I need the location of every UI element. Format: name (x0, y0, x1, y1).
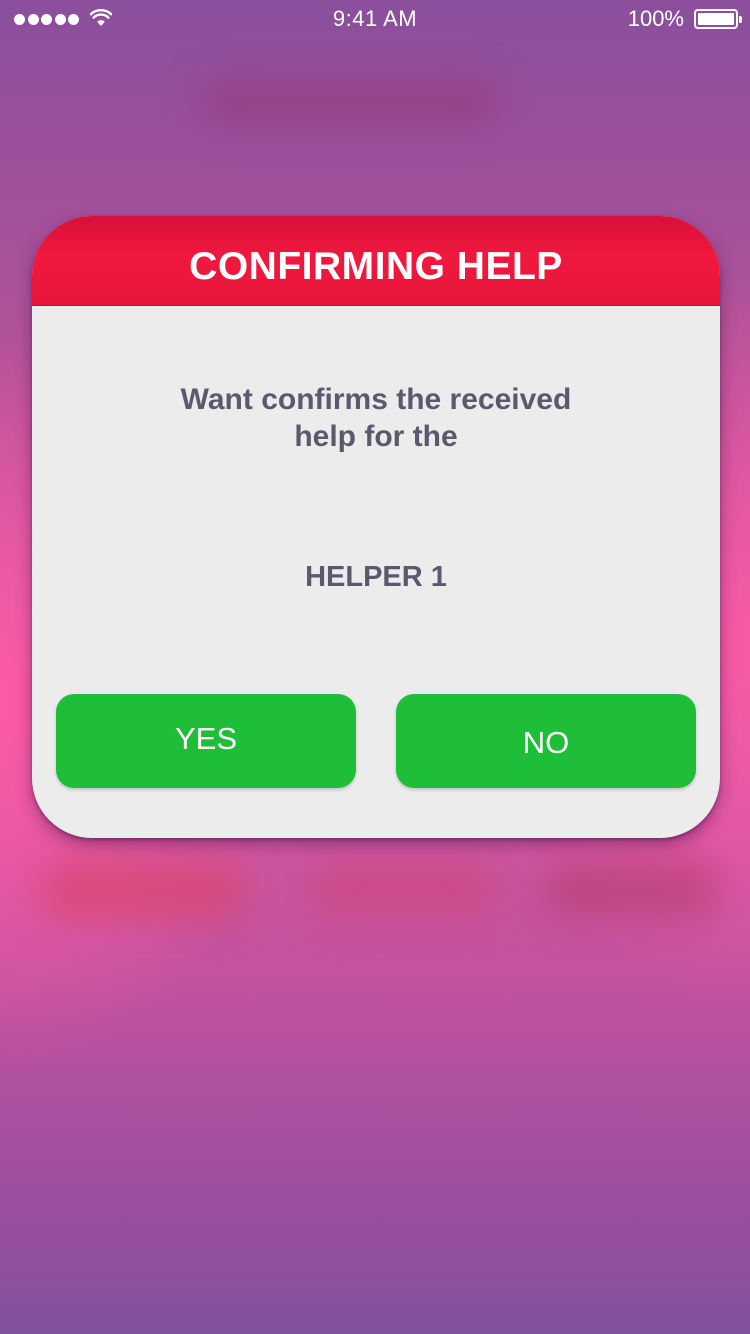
blurred-background-bar (200, 80, 500, 126)
battery-percentage: 100% (627, 6, 684, 31)
helper-name: HELPER 1 (305, 561, 447, 593)
dialog-message-line: help for the (294, 420, 458, 453)
blurred-background-button (305, 860, 500, 920)
confirm-help-dialog: CONFIRMING HELP Want confirms the receiv… (32, 216, 720, 838)
battery-icon (694, 9, 742, 29)
dialog-header: CONFIRMING HELP (32, 216, 720, 306)
yes-button[interactable]: YES (56, 694, 356, 788)
dialog-title: CONFIRMING HELP (189, 245, 563, 288)
status-bar: 9:41 AM 100% (0, 0, 750, 40)
blurred-background-button (540, 860, 720, 920)
app-screen: 9:41 AM 100% CONFIRMING HELP Want confir… (0, 0, 750, 1334)
no-button[interactable]: NO (396, 694, 696, 788)
dialog-message: Want confirms the received help for the (92, 381, 660, 455)
blurred-background-button (40, 860, 250, 920)
dialog-message-line: Want confirms the received (180, 383, 572, 416)
